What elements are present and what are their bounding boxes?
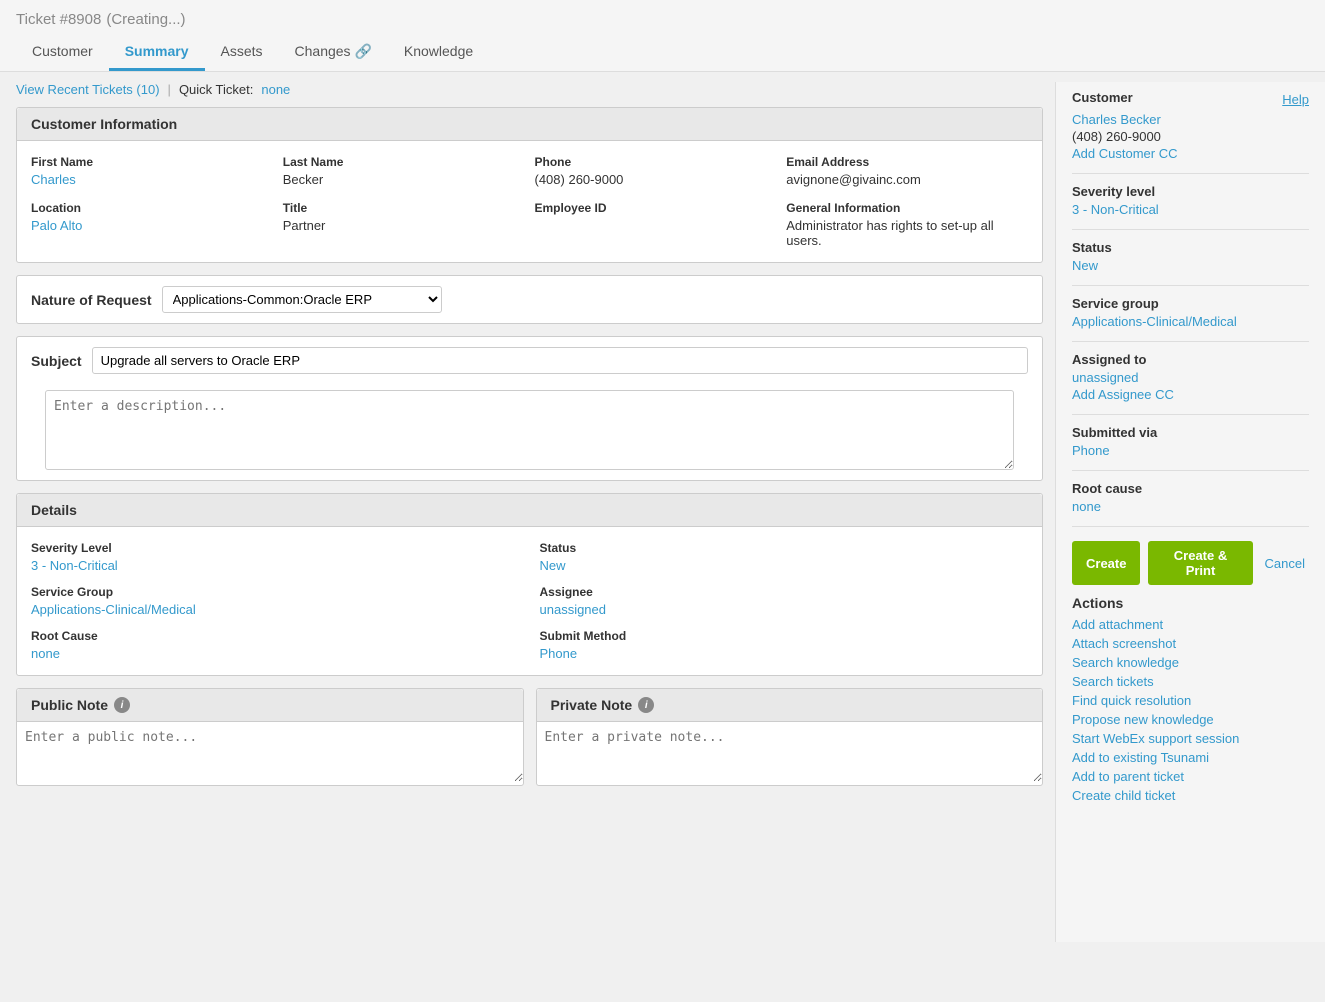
field-last-name: Last Name Becker: [283, 155, 525, 187]
rp-root-cause-value[interactable]: none: [1072, 499, 1309, 514]
create-print-button[interactable]: Create & Print: [1148, 541, 1252, 585]
tab-knowledge[interactable]: Knowledge: [388, 35, 489, 71]
field-general-info: General Information Administrator has ri…: [786, 201, 1028, 248]
private-note-info-icon: i: [638, 697, 654, 713]
public-note-info-icon: i: [114, 697, 130, 713]
details-section: Details Severity Level 3 - Non-Critical …: [16, 493, 1043, 676]
field-title: Title Partner: [283, 201, 525, 248]
ticket-status: (Creating...): [106, 11, 185, 28]
details-header: Details: [17, 494, 1042, 527]
field-email: Email Address avignone@givainc.com: [786, 155, 1028, 187]
action-search-knowledge[interactable]: Search knowledge: [1072, 655, 1309, 670]
right-panel: Customer Help Charles Becker (408) 260-9…: [1055, 82, 1325, 942]
nature-of-request-select[interactable]: Applications-Common:Oracle ERP: [162, 286, 442, 313]
rp-submitted-via-section: Submitted via Phone: [1072, 425, 1309, 471]
rp-service-group-section: Service group Applications-Clinical/Medi…: [1072, 296, 1309, 342]
action-attach-screenshot[interactable]: Attach screenshot: [1072, 636, 1309, 651]
rp-customer-name[interactable]: Charles Becker: [1072, 112, 1309, 127]
detail-status: Status New: [540, 541, 1029, 573]
rp-root-cause-label: Root cause: [1072, 481, 1309, 496]
rp-severity-section: Severity level 3 - Non-Critical: [1072, 184, 1309, 230]
ticket-number: Ticket #8908: [16, 11, 101, 28]
divider: |: [168, 82, 171, 97]
private-note-textarea[interactable]: [537, 722, 1043, 782]
action-propose-new-knowledge[interactable]: Propose new knowledge: [1072, 712, 1309, 727]
rp-service-group-label: Service group: [1072, 296, 1309, 311]
subject-label: Subject: [31, 353, 82, 369]
rp-help-link[interactable]: Help: [1282, 92, 1309, 107]
rp-submitted-via-label: Submitted via: [1072, 425, 1309, 440]
action-search-tickets[interactable]: Search tickets: [1072, 674, 1309, 689]
rp-add-customer-cc[interactable]: Add Customer CC: [1072, 146, 1309, 161]
rp-severity-value[interactable]: 3 - Non-Critical: [1072, 202, 1309, 217]
detail-service-group: Service Group Applications-Clinical/Medi…: [31, 585, 520, 617]
detail-submit-method: Submit Method Phone: [540, 629, 1029, 661]
quick-ticket-label: Quick Ticket:: [179, 82, 253, 97]
cancel-button[interactable]: Cancel: [1261, 541, 1309, 585]
action-add-to-tsunami[interactable]: Add to existing Tsunami: [1072, 750, 1309, 765]
private-note-header: Private Note i: [537, 689, 1043, 722]
description-textarea[interactable]: [45, 390, 1014, 470]
rp-submitted-via-value[interactable]: Phone: [1072, 443, 1309, 458]
subject-input[interactable]: [92, 347, 1028, 374]
rp-status-value[interactable]: New: [1072, 258, 1309, 273]
detail-assignee: Assignee unassigned: [540, 585, 1029, 617]
detail-root-cause: Root Cause none: [31, 629, 520, 661]
private-note-label: Private Note: [551, 697, 633, 713]
private-note-box: Private Note i: [536, 688, 1044, 786]
tab-summary[interactable]: Summary: [109, 35, 205, 71]
view-recent-tickets-link[interactable]: View Recent Tickets (10): [16, 82, 160, 97]
field-first-name: First Name Charles: [31, 155, 273, 187]
rp-assigned-to-value[interactable]: unassigned: [1072, 370, 1309, 385]
tab-bar: Customer Summary Assets Changes 🔗 Knowle…: [16, 35, 1309, 71]
rp-assigned-to-label: Assigned to: [1072, 352, 1309, 367]
action-find-quick-resolution[interactable]: Find quick resolution: [1072, 693, 1309, 708]
public-note-textarea[interactable]: [17, 722, 523, 782]
rp-status-section: Status New: [1072, 240, 1309, 286]
field-location: Location Palo Alto: [31, 201, 273, 248]
public-note-label: Public Note: [31, 697, 108, 713]
nature-of-request-section: Nature of Request Applications-Common:Or…: [16, 275, 1043, 324]
subject-section: Subject: [16, 336, 1043, 481]
rp-status-label: Status: [1072, 240, 1309, 255]
public-note-header: Public Note i: [17, 689, 523, 722]
rp-assigned-to-section: Assigned to unassigned Add Assignee CC: [1072, 352, 1309, 415]
action-start-webex-session[interactable]: Start WebEx support session: [1072, 731, 1309, 746]
action-add-to-parent-ticket[interactable]: Add to parent ticket: [1072, 769, 1309, 784]
rp-customer-label: Customer: [1072, 90, 1133, 105]
rp-customer-section: Customer Help Charles Becker (408) 260-9…: [1072, 90, 1309, 174]
action-add-attachment[interactable]: Add attachment: [1072, 617, 1309, 632]
nature-of-request-label: Nature of Request: [31, 292, 152, 308]
actions-section: Actions Add attachment Attach screenshot…: [1072, 595, 1309, 803]
actions-label: Actions: [1072, 595, 1309, 611]
tab-changes[interactable]: Changes 🔗: [279, 35, 388, 71]
action-buttons: Create Create & Print Cancel: [1072, 541, 1309, 585]
field-employee-id: Employee ID: [535, 201, 777, 248]
rp-customer-phone: (408) 260-9000: [1072, 129, 1309, 144]
quick-ticket-value[interactable]: none: [261, 82, 290, 97]
rp-severity-label: Severity level: [1072, 184, 1309, 199]
rp-root-cause-section: Root cause none: [1072, 481, 1309, 527]
field-phone: Phone (408) 260-9000: [535, 155, 777, 187]
customer-information-header: Customer Information: [17, 108, 1042, 141]
public-note-box: Public Note i: [16, 688, 524, 786]
create-button[interactable]: Create: [1072, 541, 1140, 585]
action-create-child-ticket[interactable]: Create child ticket: [1072, 788, 1309, 803]
detail-severity-level: Severity Level 3 - Non-Critical: [31, 541, 520, 573]
tab-assets[interactable]: Assets: [205, 35, 279, 71]
customer-information-section: Customer Information First Name Charles …: [16, 107, 1043, 263]
rp-service-group-value[interactable]: Applications-Clinical/Medical: [1072, 314, 1309, 329]
tab-customer[interactable]: Customer: [16, 35, 109, 71]
rp-add-assignee-cc[interactable]: Add Assignee CC: [1072, 387, 1309, 402]
